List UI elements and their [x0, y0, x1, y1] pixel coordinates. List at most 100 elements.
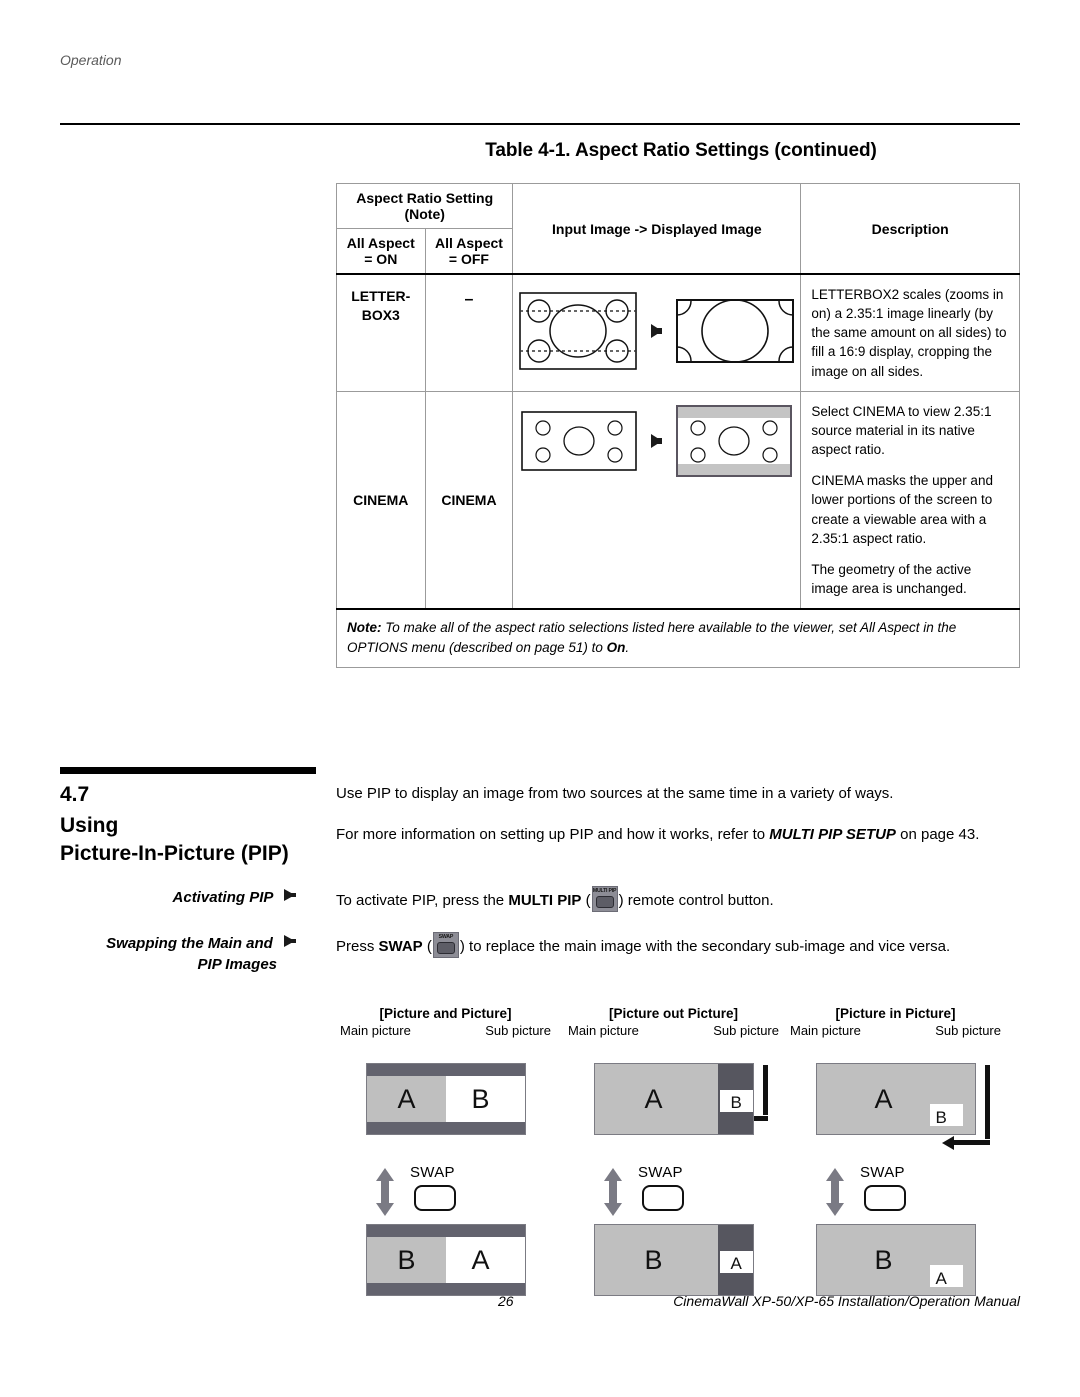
swap-label: SWAP [860, 1164, 905, 1181]
sub-picture-letter: A [730, 1254, 742, 1273]
pip-captions: Main picture Sub picture [566, 1023, 781, 1041]
header-all-aspect-off: All Aspect = OFF [424, 228, 514, 275]
arrow-right-icon [651, 324, 663, 338]
table-title: Table 4-1. Aspect Ratio Settings (contin… [485, 140, 877, 161]
caption-main-picture: Main picture [340, 1023, 411, 1038]
sub-picture-letter: B [471, 1084, 490, 1114]
main-picture-letter: A [874, 1084, 893, 1114]
row-letterbox3-description: LETTERBOX2 scales (zooms in on) a 2.35:1… [800, 272, 1020, 392]
note-label: Note: [347, 620, 382, 636]
section-paragraph-1: Use PIP to display an image from two sou… [336, 785, 894, 802]
paren-open: ( [585, 892, 591, 909]
pip-captions: Main picture Sub picture [338, 1023, 553, 1041]
section-body: Use PIP to display an image from two sou… [336, 783, 1016, 864]
section-paragraph-2-post: on page 43. [895, 825, 980, 843]
main-picture-letter: A [397, 1084, 416, 1114]
table-row: CINEMA CINEMA Select CINEMA to view 2.35… [336, 390, 1020, 610]
footer-manual-title: CinemaWall XP-50/XP-65 Installation/Oper… [673, 1293, 1020, 1309]
bullet-arrow-icon [284, 886, 296, 907]
header-all-aspect-on-line2: = ON [364, 251, 398, 267]
swap-key-button[interactable] [414, 1185, 456, 1211]
note-period: . [625, 639, 630, 655]
main-picture-letter: A [644, 1084, 663, 1114]
swap-button-icon: SWAP [432, 932, 459, 958]
main-picture-letter: B [397, 1245, 416, 1275]
swap-control: SWAP [788, 1162, 1003, 1224]
swap-label: SWAP [410, 1164, 455, 1181]
subsection-label-swapping: Swapping the Main and PIP Images [60, 932, 296, 976]
description-paragraph: LETTERBOX2 scales (zooms in on) a 2.35:1… [811, 287, 1007, 379]
arrow-right-icon [651, 433, 663, 448]
pip-screen-bottom: B A [365, 1224, 526, 1296]
sub-picture-letter: B [935, 1108, 947, 1127]
section-paragraph-2-pre: For more information on setting up PIP a… [336, 825, 770, 843]
swap-button-label: SWAP [438, 934, 454, 940]
section-title-line2: Picture-In-Picture (PIP) [60, 841, 289, 865]
pip-captions: Main picture Sub picture [788, 1023, 1003, 1041]
multi-pip-button-icon: MULTI PIP [591, 886, 618, 912]
header-divider [60, 123, 1020, 125]
section-paragraph-2: For more information on setting up PIP a… [336, 824, 1016, 847]
sub-picture-letter: A [935, 1269, 947, 1288]
swap-updown-arrow-icon [604, 1168, 622, 1216]
caption-main-picture: Main picture [790, 1023, 861, 1038]
header-aspect-ratio-setting: Aspect Ratio Setting (Note) [335, 183, 514, 229]
cinema-input-diagram [521, 410, 638, 471]
section-number: 4.7 [60, 783, 90, 806]
row-cinema-on: CINEMA [336, 390, 426, 610]
swap-label: SWAP [638, 1164, 683, 1181]
caption-sub-picture: Sub picture [485, 1023, 551, 1038]
swap-control: SWAP [566, 1162, 781, 1224]
pip-diagram-picture-and-picture: [Picture and Picture] Main picture Sub p… [338, 1006, 553, 1296]
header-all-aspect-on-line1: All Aspect [346, 235, 415, 251]
swap-key-shape [436, 942, 455, 954]
letterbox-bar-top [366, 1064, 525, 1076]
note-text: To make all of the aspect ratio selectio… [347, 620, 957, 655]
pip-screen-bottom: B A [815, 1224, 976, 1296]
description-paragraph: The geometry of the active image area is… [811, 561, 972, 597]
header-description: Description [800, 183, 1020, 275]
section-rule [60, 767, 316, 774]
row-letterbox3-on-line1: LETTER- [351, 288, 411, 304]
running-header: Operation [60, 52, 122, 68]
activating-pip-text-pre: To activate PIP, press the [336, 892, 509, 909]
swap-control: SWAP [338, 1162, 553, 1224]
pip-diagram-picture-out-picture: [Picture out Picture] Main picture Sub p… [566, 1006, 781, 1296]
sub-picture-letter: B [730, 1093, 742, 1112]
subsection-body-activating-pip: To activate PIP, press the MULTI PIP (MU… [336, 886, 1026, 913]
table-row: LETTER- BOX3 – LETTERBOX2 scales (zooms … [336, 272, 1020, 392]
row-cinema-description: Select CINEMA to view 2.35:1 source mate… [800, 390, 1020, 610]
subsection-label-activating-pip: Activating PIP [60, 886, 296, 908]
row-cinema-off: CINEMA [424, 390, 514, 610]
caption-main-picture: Main picture [568, 1023, 639, 1038]
subsection-label-line1: Swapping the Main and [106, 935, 273, 952]
swap-key-button[interactable] [642, 1185, 684, 1211]
pip-screen-bottom: B A [593, 1224, 754, 1296]
table-header-row-1: Aspect Ratio Setting (Note) Input Image … [335, 183, 1020, 275]
row-letterbox3-on-line2: BOX3 [361, 306, 400, 323]
swap-key-button[interactable] [864, 1185, 906, 1211]
caption-sub-picture: Sub picture [935, 1023, 1001, 1038]
subsection-body-swapping: Press SWAP (SWAP) to replace the main im… [336, 932, 1026, 959]
swap-updown-arrow-icon [826, 1168, 844, 1216]
activating-pip-bold: MULTI PIP [508, 892, 582, 909]
main-picture-letter: B [874, 1245, 893, 1275]
letterbox3-output-diagram [676, 299, 795, 363]
pip-screen-top: A B [815, 1063, 976, 1135]
table-note-row: Note: To make all of the aspect ratio se… [336, 608, 1020, 669]
bullet-arrow-icon [284, 932, 296, 953]
multi-pip-key-shape [595, 896, 614, 908]
sub-picture-letter: A [471, 1245, 490, 1275]
letterbox3-input-diagram [519, 292, 638, 370]
header-all-aspect-on: All Aspect = ON [336, 228, 426, 275]
subsection-label-text: Activating PIP [172, 889, 273, 906]
pip-screen-top: A B [365, 1063, 526, 1135]
row-cinema-diagram [512, 390, 802, 610]
swapping-bold: SWAP [378, 938, 423, 955]
multi-pip-button-label: MULTI PIP [592, 888, 617, 894]
pip-screen-top: A B [593, 1063, 754, 1135]
row-letterbox3-off: – [424, 272, 514, 392]
row-letterbox3-diagram [512, 272, 802, 392]
header-setting-label: Aspect Ratio Setting [356, 190, 494, 206]
description-paragraph: CINEMA masks the upper and lower portion… [811, 473, 993, 546]
